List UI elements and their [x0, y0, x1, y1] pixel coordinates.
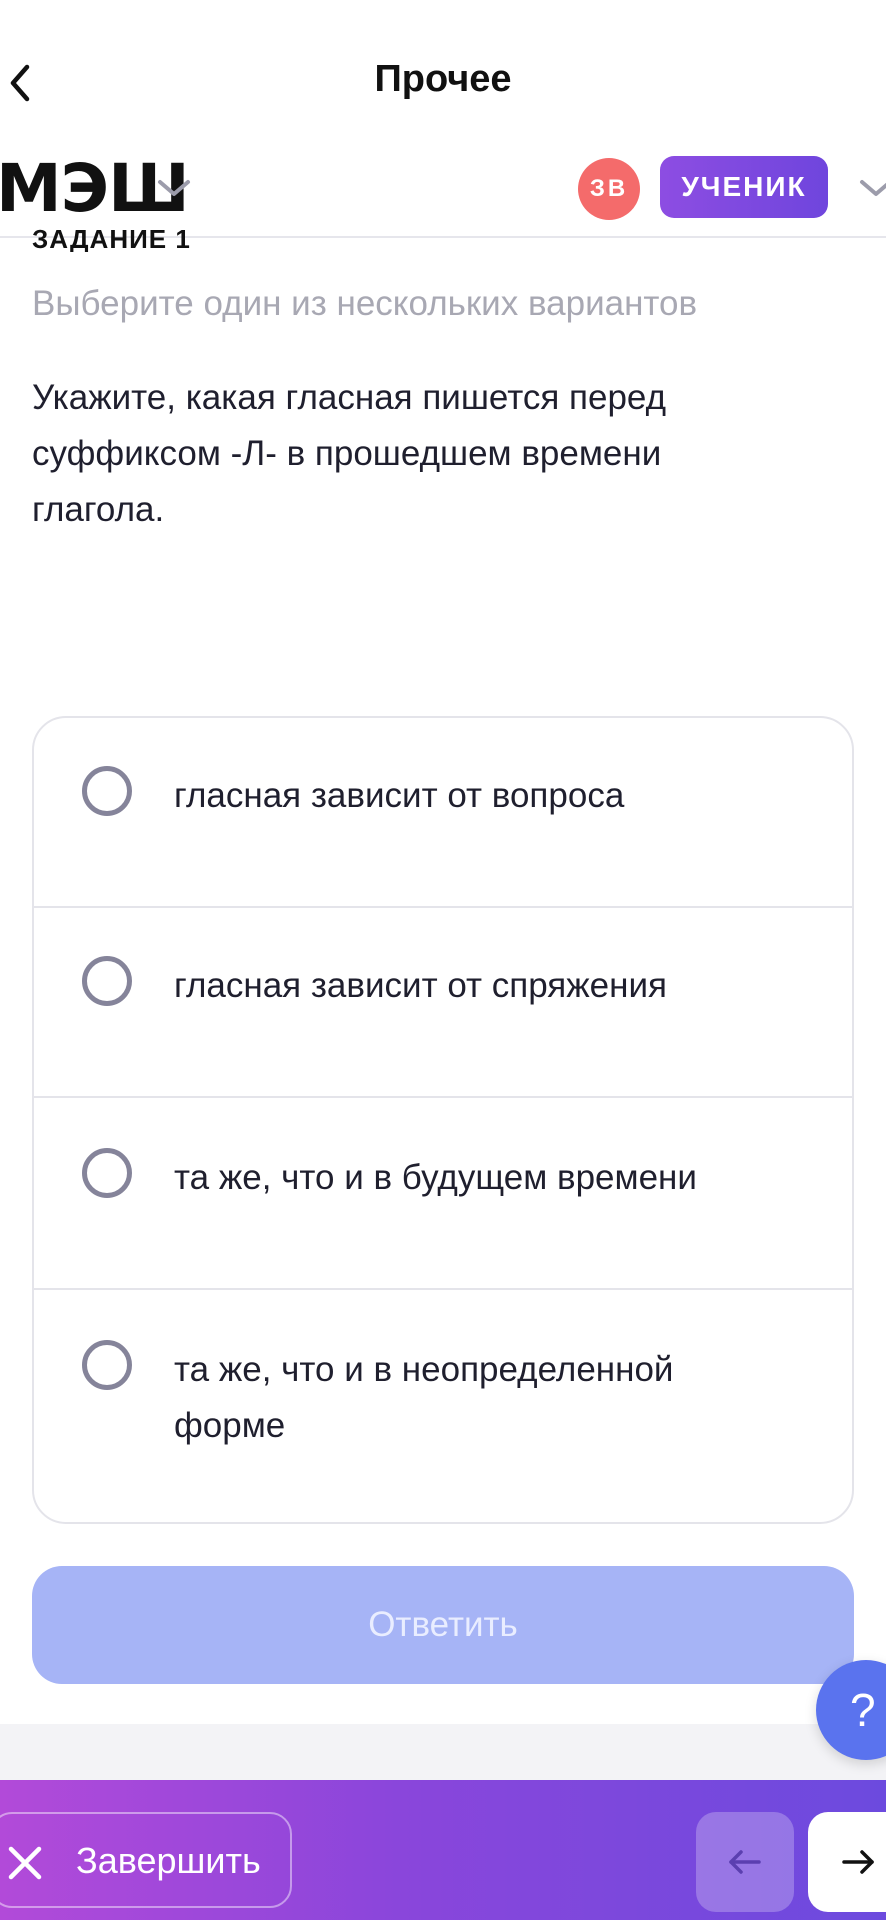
radio-button[interactable]: [82, 766, 132, 816]
radio-button[interactable]: [82, 1340, 132, 1390]
answer-option[interactable]: та же, что и в неопределенной форме: [34, 1292, 852, 1522]
arrow-right-icon: [842, 1850, 874, 1874]
answer-option-label: та же, что и в будущем времени: [174, 1158, 697, 1197]
bottom-toolbar: Завершить: [0, 1780, 886, 1920]
submit-answer-button[interactable]: Ответить: [32, 1566, 854, 1684]
close-icon: [8, 1846, 42, 1880]
answer-option[interactable]: гласная зависит от спряжения: [34, 908, 852, 1098]
question-text: Укажите, какая гласная пишется перед суф…: [32, 378, 667, 529]
app-header: МЭШ ЗВ УЧЕНИК: [0, 140, 886, 238]
task-instruction: Выберите один из нескольких вариантов: [32, 284, 698, 323]
finish-button-label: Завершить: [76, 1840, 261, 1881]
answer-options: гласная зависит от вопроса гласная завис…: [32, 716, 854, 1524]
answer-option-label: гласная зависит от вопроса: [174, 776, 625, 815]
answer-option[interactable]: та же, что и в будущем времени: [34, 1100, 852, 1290]
chevron-down-icon[interactable]: [156, 176, 192, 200]
answer-option-label: та же, что и в неопределенной форме: [174, 1350, 674, 1445]
finish-button[interactable]: Завершить: [0, 1812, 292, 1908]
answer-option[interactable]: гласная зависит от вопроса: [34, 718, 852, 908]
role-badge[interactable]: УЧЕНИК: [660, 156, 828, 218]
content-divider: [0, 1724, 886, 1780]
answer-option-label: гласная зависит от спряжения: [174, 966, 667, 1005]
next-question-button[interactable]: [808, 1812, 886, 1912]
radio-button[interactable]: [82, 956, 132, 1006]
page-title: Прочее: [374, 58, 512, 100]
top-navigation-bar: Прочее: [0, 0, 886, 140]
avatar[interactable]: ЗВ: [578, 158, 640, 220]
task-label: ЗАДАНИЕ 1: [32, 226, 191, 252]
previous-question-button[interactable]: [696, 1812, 794, 1912]
arrow-left-icon: [729, 1850, 761, 1874]
chevron-down-icon[interactable]: [858, 176, 886, 200]
radio-button[interactable]: [82, 1148, 132, 1198]
